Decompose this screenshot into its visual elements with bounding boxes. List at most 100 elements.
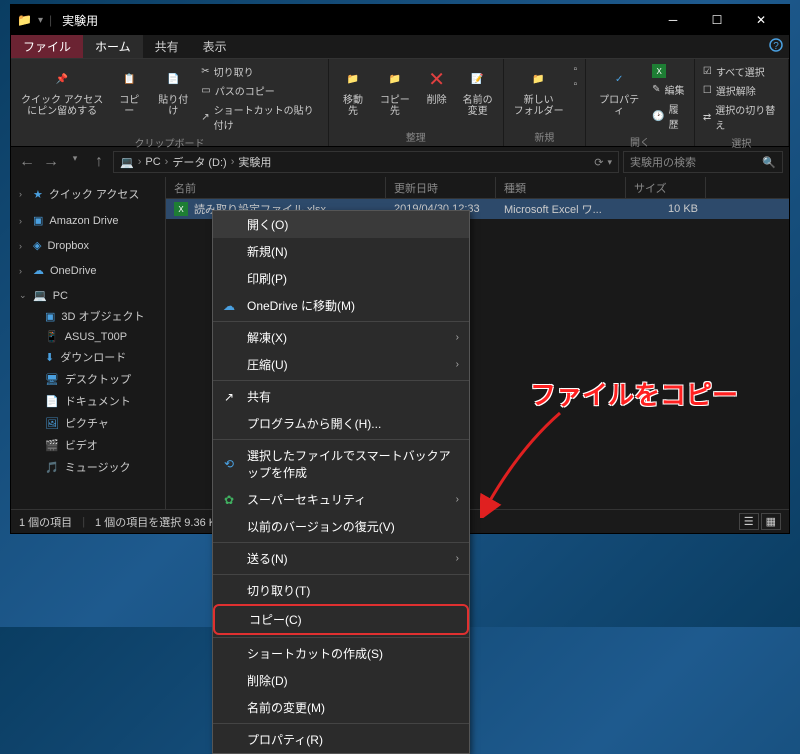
- status-selected: 1 個の項目を選択 9.36 KB: [95, 514, 223, 530]
- excel-icon: X: [174, 202, 188, 216]
- chevron-right-icon: ›: [138, 156, 142, 168]
- nav-pictures[interactable]: 🖼ピクチャ: [15, 412, 161, 434]
- path-icon: ▭: [201, 85, 210, 96]
- moveto-icon: 📁: [339, 65, 367, 93]
- menu-shortcut[interactable]: ショートカットの作成(S): [213, 640, 469, 667]
- maximize-button[interactable]: ☐: [695, 5, 739, 35]
- menu-rename[interactable]: 名前の変更(M): [213, 694, 469, 721]
- tab-share[interactable]: 共有: [143, 35, 191, 58]
- breadcrumb-dropdown[interactable]: ▾: [607, 157, 612, 168]
- breadcrumb[interactable]: 💻 › PC › データ (D:) › 実験用 ⟳ ▾: [113, 151, 619, 173]
- nav-downloads[interactable]: ⬇ダウンロード: [15, 346, 161, 368]
- close-button[interactable]: ✕: [739, 5, 783, 35]
- moveto-button[interactable]: 📁移動先: [335, 63, 371, 119]
- copyto-button[interactable]: 📁コピー先: [375, 63, 415, 119]
- col-size[interactable]: サイズ: [626, 177, 706, 198]
- menu-restore[interactable]: 以前のバージョンの復元(V): [213, 513, 469, 540]
- menu-new[interactable]: 新規(N): [213, 238, 469, 265]
- selectnone-icon: ☐: [703, 85, 712, 96]
- menu-copy[interactable]: コピー(C): [213, 604, 469, 635]
- menu-cut[interactable]: 切り取り(T): [213, 577, 469, 604]
- share-icon: ↗: [221, 390, 237, 404]
- open-button[interactable]: X: [650, 63, 688, 79]
- search-input[interactable]: 実験用の検索 🔍: [623, 151, 783, 173]
- menu-print[interactable]: 印刷(P): [213, 265, 469, 292]
- menu-onedrive[interactable]: ☁OneDrive に移動(M): [213, 292, 469, 319]
- pin-button[interactable]: 📌 クイック アクセス にピン留めする: [17, 63, 107, 119]
- menu-extract[interactable]: 解凍(X)›: [213, 324, 469, 351]
- nav-music[interactable]: 🎵ミュージック: [15, 456, 161, 478]
- newfolder-icon: 📁: [525, 65, 553, 93]
- music-icon: 🎵: [45, 461, 59, 474]
- newfolder-button[interactable]: 📁新しい フォルダー: [510, 63, 568, 119]
- copy-button[interactable]: 📋 コピー: [111, 63, 147, 119]
- menu-share[interactable]: ↗共有: [213, 383, 469, 410]
- forward-button[interactable]: →: [41, 153, 61, 171]
- nav-videos[interactable]: 🎬ビデオ: [15, 434, 161, 456]
- backup-icon: ⟲: [221, 457, 237, 471]
- history-dropdown[interactable]: ▾: [65, 153, 85, 171]
- invert-button[interactable]: ⇄選択の切り替え: [701, 101, 782, 133]
- easyaccess-icon: ▫: [574, 79, 578, 90]
- tab-view[interactable]: 表示: [191, 35, 239, 58]
- icons-view-button[interactable]: ▦: [761, 513, 781, 530]
- copyto-icon: 📁: [381, 65, 409, 93]
- easyaccess-button[interactable]: ▫: [572, 78, 580, 91]
- paste-shortcut-button[interactable]: ↗ショートカットの貼り付け: [199, 101, 322, 133]
- menu-openwith[interactable]: プログラムから開く(H)...: [213, 410, 469, 437]
- addressbar: ← → ▾ ↑ 💻 › PC › データ (D:) › 実験用 ⟳ ▾ 実験用の…: [11, 147, 789, 177]
- refresh-button[interactable]: ⟳: [594, 156, 603, 169]
- nav-dropbox[interactable]: ›◈Dropbox: [15, 236, 161, 255]
- details-view-button[interactable]: ☰: [739, 513, 759, 530]
- up-button[interactable]: ↑: [89, 153, 109, 171]
- newitem-button[interactable]: ▫: [572, 63, 580, 76]
- menu-open[interactable]: 開く(O): [213, 211, 469, 238]
- col-date[interactable]: 更新日時: [386, 177, 496, 198]
- chevron-right-icon: ›: [19, 241, 22, 251]
- pc-icon: 💻: [120, 156, 134, 169]
- paste-button[interactable]: 📄 貼り付け: [151, 63, 195, 119]
- nav-asus[interactable]: 📱ASUS_T00P: [15, 327, 161, 346]
- nav-3d[interactable]: ▣3D オブジェクト: [15, 305, 161, 327]
- divider: |: [49, 13, 52, 27]
- rename-button[interactable]: 📝名前の 変更: [459, 63, 497, 119]
- menu-delete[interactable]: 削除(D): [213, 667, 469, 694]
- nav-amazon[interactable]: ›▣Amazon Drive: [15, 211, 161, 230]
- nav-onedrive[interactable]: ›☁OneDrive: [15, 261, 161, 280]
- chevron-down-icon: ⌄: [19, 290, 27, 301]
- nav-quick-access[interactable]: ›★クイック アクセス: [15, 183, 161, 205]
- col-name[interactable]: 名前: [166, 177, 386, 198]
- group-label: クリップボード: [17, 133, 322, 150]
- menu-properties[interactable]: プロパティ(R): [213, 726, 469, 753]
- copy-path-button[interactable]: ▭パスのコピー: [199, 82, 322, 99]
- col-type[interactable]: 種類: [496, 177, 626, 198]
- nav-pc[interactable]: ⌄💻PC: [15, 286, 161, 305]
- nav-documents[interactable]: 📄ドキュメント: [15, 390, 161, 412]
- menu-compress[interactable]: 圧縮(U)›: [213, 351, 469, 378]
- folder-icon: 📁: [17, 13, 32, 27]
- menu-sendto[interactable]: 送る(N)›: [213, 545, 469, 572]
- edit-button[interactable]: ✎編集: [650, 81, 688, 98]
- chevron-right-icon: ›: [165, 156, 169, 168]
- back-button[interactable]: ←: [17, 153, 37, 171]
- delete-button[interactable]: ✕削除: [419, 63, 455, 108]
- crumb-drive[interactable]: データ (D:): [172, 154, 226, 170]
- history-button[interactable]: 🕑履歴: [650, 100, 688, 132]
- minimize-button[interactable]: ─: [651, 5, 695, 35]
- properties-button[interactable]: ✓プロパティ: [592, 63, 646, 119]
- security-icon: ✿: [221, 493, 237, 507]
- help-icon[interactable]: ?: [769, 38, 783, 55]
- tab-home[interactable]: ホーム: [83, 35, 143, 58]
- nav-desktop[interactable]: 🖥デスクトップ: [15, 368, 161, 390]
- selectall-button[interactable]: ☑すべて選択: [701, 63, 782, 80]
- selectnone-button[interactable]: ☐選択解除: [701, 82, 782, 99]
- separator: [213, 380, 469, 381]
- menu-smartbackup[interactable]: ⟲選択したファイルでスマートバックアップを作成: [213, 442, 469, 486]
- crumb-folder[interactable]: 実験用: [238, 154, 271, 170]
- tab-file[interactable]: ファイル: [11, 35, 83, 58]
- crumb-pc[interactable]: PC: [145, 156, 160, 168]
- menu-supersecurity[interactable]: ✿スーパーセキュリティ›: [213, 486, 469, 513]
- qat-icon[interactable]: ▾: [38, 15, 43, 26]
- cut-button[interactable]: ✂切り取り: [199, 63, 322, 80]
- pc-icon: 💻: [33, 289, 47, 302]
